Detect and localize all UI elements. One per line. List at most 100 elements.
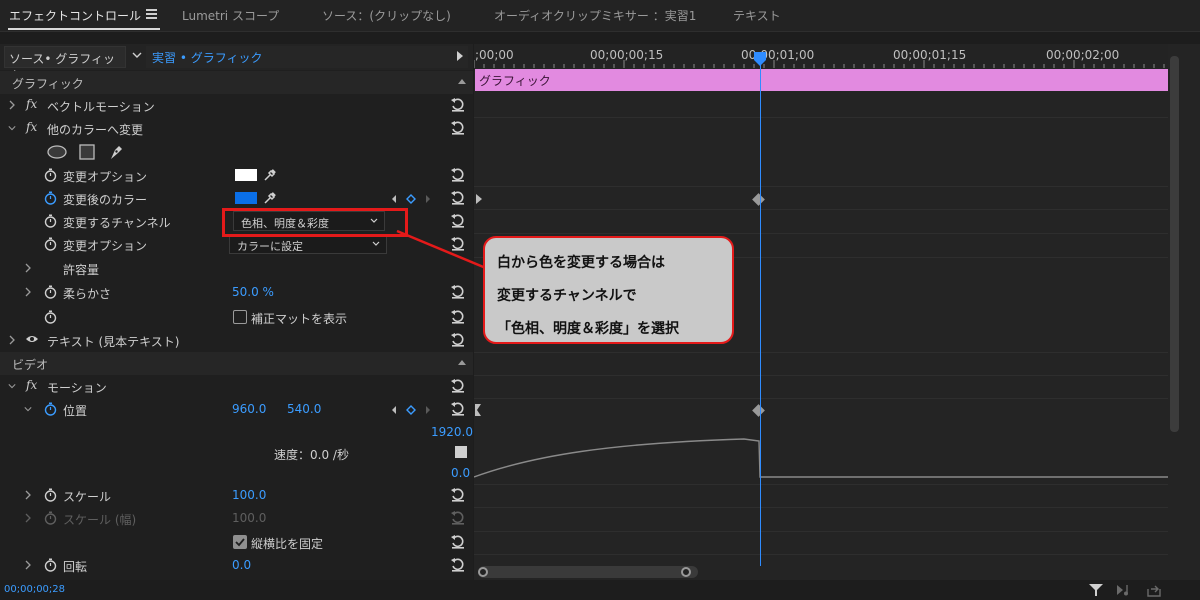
- callout-line: 白から色を変更する場合は: [497, 255, 665, 271]
- to-color-swatch[interactable]: [235, 192, 257, 204]
- rotation-value[interactable]: 0.0: [232, 558, 251, 572]
- sequence-clip-selector[interactable]: 実習 • グラフィック: [146, 46, 468, 68]
- scale-width-value: 100.0: [232, 511, 267, 525]
- keyframe-navigator[interactable]: [390, 404, 432, 416]
- stopwatch-icon[interactable]: [44, 214, 57, 228]
- playhead-line: [760, 58, 761, 566]
- horizontal-zoom-scrollbar[interactable]: [478, 566, 698, 578]
- stopwatch-icon[interactable]: [44, 310, 57, 324]
- graphic-clip-bar[interactable]: グラフィック: [475, 69, 1168, 91]
- reset-icon[interactable]: [450, 167, 466, 183]
- position-y-value[interactable]: 540.0: [287, 402, 321, 416]
- effect-text-layer[interactable]: テキスト (見本テキスト): [0, 329, 473, 352]
- playhead-handle[interactable]: [752, 50, 768, 66]
- position-x-value[interactable]: 960.0: [232, 402, 266, 416]
- fx-icon[interactable]: fx: [26, 378, 37, 392]
- prop-label: 許容量: [63, 263, 100, 277]
- keyframe-navigator[interactable]: [390, 193, 432, 205]
- reset-icon[interactable]: [450, 378, 466, 394]
- annotation-callout: 白から色を変更する場合は 変更するチャンネルで 「色相、明度＆彩度」を選択: [483, 236, 734, 344]
- reset-icon[interactable]: [450, 120, 466, 136]
- tab-effect-controls[interactable]: エフェクトコントロール: [9, 7, 141, 24]
- show-matte-checkbox[interactable]: [233, 310, 247, 324]
- fx-icon[interactable]: fx: [26, 120, 37, 134]
- softness-value[interactable]: 50.0 %: [232, 285, 274, 299]
- track-divider: [474, 233, 1168, 234]
- stopwatch-icon[interactable]: [44, 558, 57, 572]
- pen-mask-icon[interactable]: [107, 142, 125, 162]
- effect-vector-motion[interactable]: fx ベクトルモーション: [0, 94, 473, 117]
- stopwatch-icon[interactable]: [44, 168, 57, 182]
- chevron-down-icon[interactable]: [8, 123, 16, 133]
- position-value-graph[interactable]: [474, 425, 1168, 485]
- callout-line: 「色相、明度＆彩度」を選択: [497, 321, 679, 337]
- play-audio-icon[interactable]: [1116, 583, 1132, 597]
- tab-source[interactable]: ソース：(クリップなし): [322, 7, 451, 24]
- reset-icon[interactable]: [450, 401, 466, 417]
- graph-square-icon[interactable]: [455, 446, 467, 458]
- track-divider: [474, 507, 1168, 508]
- section-title: ビデオ: [12, 358, 49, 372]
- chevron-right-icon[interactable]: [24, 560, 32, 570]
- tab-text[interactable]: テキスト: [733, 7, 781, 24]
- reset-icon[interactable]: [450, 284, 466, 300]
- collapse-up-icon[interactable]: [458, 79, 466, 84]
- reset-icon[interactable]: [450, 190, 466, 206]
- stopwatch-icon[interactable]: [44, 237, 57, 251]
- reset-icon[interactable]: [450, 487, 466, 503]
- prop-label: 変更するチャンネル: [63, 216, 171, 230]
- eyedropper-icon[interactable]: [262, 190, 278, 206]
- chevron-down-icon[interactable]: [24, 404, 32, 414]
- chevron-right-icon[interactable]: [8, 100, 16, 110]
- chevron-down-icon[interactable]: [8, 381, 16, 391]
- stopwatch-active-icon[interactable]: [44, 191, 57, 205]
- chevron-right-icon[interactable]: [8, 335, 16, 345]
- velocity-readout: 速度：0.0 /秒: [274, 448, 349, 462]
- effect-change-to-color[interactable]: fx 他のカラーへ変更: [0, 117, 473, 140]
- export-icon[interactable]: [1146, 583, 1162, 597]
- reset-icon[interactable]: [450, 332, 466, 348]
- track-divider: [474, 531, 1168, 532]
- effect-name: ベクトルモーション: [47, 100, 155, 114]
- stopwatch-icon[interactable]: [44, 488, 57, 502]
- callout-connector-line: [396, 229, 494, 273]
- reset-icon[interactable]: [450, 557, 466, 573]
- chevron-right-icon[interactable]: [24, 490, 32, 500]
- reset-icon[interactable]: [450, 97, 466, 113]
- effect-motion[interactable]: fx モーション: [0, 375, 473, 398]
- reset-icon: [451, 511, 464, 525]
- change-option-dropdown[interactable]: カラーに設定: [229, 234, 387, 254]
- ellipse-mask-icon[interactable]: [47, 144, 67, 160]
- tab-lumetri-scopes[interactable]: Lumetri スコープ: [182, 7, 279, 24]
- panel-menu-icon[interactable]: [146, 9, 157, 19]
- fx-icon[interactable]: fx: [26, 97, 37, 111]
- zoom-handle-left[interactable]: [478, 567, 488, 577]
- from-color-swatch[interactable]: [235, 169, 257, 181]
- chevron-down-icon: [372, 241, 380, 246]
- show-timeline-toggle[interactable]: [457, 51, 463, 61]
- lock-aspect-checkbox[interactable]: [233, 535, 247, 549]
- tab-audio-clip-mixer[interactable]: オーディオクリップミキサー ：実習1: [494, 7, 696, 24]
- mask-tools: [0, 140, 473, 164]
- chevron-right-icon[interactable]: [24, 287, 32, 297]
- rectangle-mask-icon[interactable]: [78, 143, 96, 161]
- reset-icon[interactable]: [450, 534, 466, 550]
- prop-position: 位置 960.0 540.0: [0, 398, 473, 421]
- prop-label: 変更オプション: [63, 239, 148, 253]
- vertical-scrollbar[interactable]: [1170, 56, 1179, 432]
- chevron-right-icon[interactable]: [24, 263, 32, 273]
- filter-icon[interactable]: [1088, 583, 1104, 597]
- collapse-up-icon[interactable]: [458, 360, 466, 365]
- eyedropper-icon[interactable]: [262, 167, 278, 183]
- stopwatch-active-icon[interactable]: [44, 402, 57, 416]
- chevron-down-icon[interactable]: [131, 49, 143, 61]
- current-timecode[interactable]: 00;00;00;28: [4, 584, 65, 595]
- zoom-handle-right[interactable]: [681, 567, 691, 577]
- reset-icon[interactable]: [450, 309, 466, 325]
- scale-value[interactable]: 100.0: [232, 488, 266, 502]
- time-ruler[interactable]: ;00;00 00;00;00;15 00;00;01;00 00;00;01;…: [474, 44, 1168, 68]
- chevron-right-icon[interactable]: [24, 513, 32, 523]
- eye-icon[interactable]: [25, 334, 39, 344]
- stopwatch-icon[interactable]: [44, 285, 57, 299]
- prop-label: 回転: [63, 560, 88, 574]
